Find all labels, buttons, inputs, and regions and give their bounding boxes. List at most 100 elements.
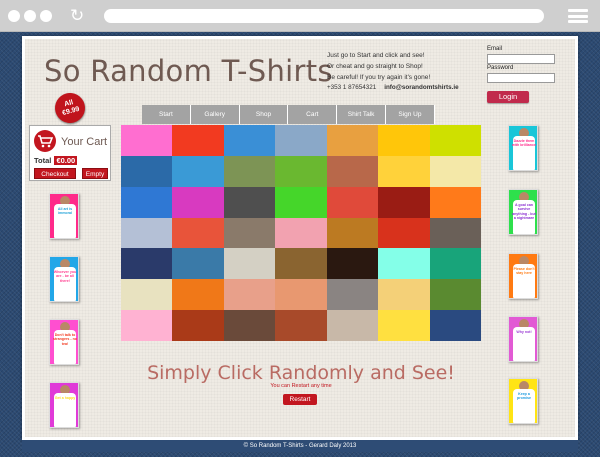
address-bar[interactable] bbox=[104, 9, 544, 23]
shopping-cart-icon bbox=[34, 130, 56, 152]
tshirt-thumbnail[interactable]: Keep a promise bbox=[508, 378, 538, 424]
mosaic-tile[interactable] bbox=[275, 155, 327, 187]
mosaic-tile[interactable] bbox=[275, 279, 327, 311]
nav-sign-up[interactable]: Sign Up bbox=[385, 105, 435, 124]
email-address[interactable]: info@sorandomtshirts.ie bbox=[384, 84, 458, 91]
checkout-button[interactable]: Checkout bbox=[34, 168, 76, 179]
tshirt-slogan: A goal can survive anything - but a nigh… bbox=[512, 203, 536, 221]
mosaic-tile[interactable] bbox=[378, 310, 430, 341]
tshirt-thumbnail[interactable]: Why not! bbox=[508, 316, 538, 362]
login-button[interactable]: Login bbox=[487, 91, 529, 103]
mosaic-tile[interactable] bbox=[326, 310, 379, 341]
mosaic-tile[interactable] bbox=[223, 279, 276, 311]
mosaic-tile[interactable] bbox=[275, 125, 327, 156]
nav-cart[interactable]: Cart bbox=[288, 105, 338, 124]
mosaic-tile[interactable] bbox=[326, 279, 379, 311]
mosaic-tile[interactable] bbox=[121, 155, 173, 187]
nav-shirt-talk[interactable]: Shirt Talk bbox=[337, 105, 386, 124]
tagline-line: Be careful! If you try again it's gone! bbox=[327, 74, 431, 81]
window-dot-icon[interactable] bbox=[40, 10, 52, 22]
mosaic-tile[interactable] bbox=[121, 279, 173, 311]
tshirt-slogan: Dazzle them with brilliance bbox=[512, 139, 536, 148]
mosaic-tile[interactable] bbox=[172, 125, 224, 156]
nav-start[interactable]: Start bbox=[142, 105, 191, 124]
tshirt-thumbnail[interactable]: Get a happy bbox=[49, 382, 79, 428]
tshirt-slogan: All art is immoral bbox=[57, 207, 73, 216]
mosaic-tile[interactable] bbox=[223, 310, 276, 341]
password-field[interactable] bbox=[487, 73, 555, 83]
mosaic-tile[interactable] bbox=[378, 248, 430, 280]
mosaic-tile[interactable] bbox=[326, 186, 379, 218]
mosaic-tile[interactable] bbox=[326, 217, 379, 249]
footer: © So Random T-Shirts - Gerard Daly 2013 bbox=[22, 440, 578, 452]
mosaic-tile[interactable] bbox=[223, 155, 276, 187]
mosaic-tile[interactable] bbox=[223, 248, 276, 280]
photo-mosaic bbox=[121, 125, 481, 341]
tshirt-slogan: Whoever you are - be all there! bbox=[53, 270, 77, 283]
mosaic-tile[interactable] bbox=[121, 186, 173, 218]
mosaic-tile[interactable] bbox=[378, 125, 430, 156]
tshirt-thumbnail[interactable]: All art is immoral bbox=[49, 193, 79, 239]
mosaic-tile[interactable] bbox=[378, 217, 430, 249]
mosaic-tile[interactable] bbox=[429, 155, 481, 187]
tshirt-thumbnail[interactable]: Dazzle them with brilliance bbox=[508, 125, 538, 171]
empty-cart-button[interactable]: Empty bbox=[82, 168, 108, 179]
mosaic-tile[interactable] bbox=[121, 310, 173, 341]
email-label: Email bbox=[487, 46, 503, 52]
mosaic-tile[interactable] bbox=[429, 310, 481, 341]
mosaic-tile[interactable] bbox=[121, 248, 173, 280]
tshirt-slogan: Don't talk to strangers - no tea! bbox=[53, 333, 77, 346]
tshirt-thumbnail[interactable]: Whoever you are - be all there! bbox=[49, 256, 79, 302]
email-field[interactable] bbox=[487, 54, 555, 64]
main-headline: Simply Click Randomly and See! bbox=[147, 362, 455, 384]
tshirt-thumbnail[interactable]: Please don't stay here bbox=[508, 253, 538, 299]
mosaic-tile[interactable] bbox=[121, 217, 173, 249]
mosaic-tile[interactable] bbox=[223, 125, 276, 156]
mosaic-tile[interactable] bbox=[275, 186, 327, 218]
mosaic-tile[interactable] bbox=[378, 186, 430, 218]
mosaic-tile[interactable] bbox=[326, 125, 379, 156]
tshirt-slogan: Get a happy bbox=[54, 396, 76, 400]
mosaic-tile[interactable] bbox=[172, 186, 224, 218]
tshirt-thumbnail[interactable]: Don't talk to strangers - no tea! bbox=[49, 319, 79, 365]
mosaic-tile[interactable] bbox=[275, 310, 327, 341]
mosaic-tile[interactable] bbox=[121, 125, 173, 156]
window-dot-icon[interactable] bbox=[24, 10, 36, 22]
reload-icon[interactable]: ↻ bbox=[70, 7, 88, 25]
mosaic-tile[interactable] bbox=[326, 155, 379, 187]
mosaic-tile[interactable] bbox=[429, 217, 481, 249]
cart-total-value: €0.00 bbox=[54, 156, 78, 165]
mosaic-tile[interactable] bbox=[172, 310, 224, 341]
mosaic-tile[interactable] bbox=[223, 217, 276, 249]
nav-gallery[interactable]: Gallery bbox=[190, 105, 240, 124]
browser-toolbar: ↻ bbox=[0, 0, 600, 32]
nav-shop[interactable]: Shop bbox=[239, 105, 289, 124]
window-dot-icon[interactable] bbox=[8, 10, 20, 22]
mosaic-tile[interactable] bbox=[429, 125, 481, 156]
cart-total: Total €0.00 bbox=[34, 156, 78, 165]
mosaic-tile[interactable] bbox=[275, 248, 327, 280]
tagline-line: Just go to Start and click and see! bbox=[327, 52, 425, 59]
mosaic-tile[interactable] bbox=[275, 217, 327, 249]
tshirt-thumbnail[interactable]: A goal can survive anything - but a nigh… bbox=[508, 189, 538, 235]
mosaic-tile[interactable] bbox=[378, 279, 430, 311]
window-controls bbox=[8, 10, 52, 22]
hamburger-menu-icon[interactable] bbox=[568, 9, 588, 23]
mosaic-tile[interactable] bbox=[326, 248, 379, 280]
tshirt-slogan: Keep a promise bbox=[517, 392, 531, 401]
cart-total-label: Total bbox=[34, 156, 52, 165]
mosaic-tile[interactable] bbox=[172, 217, 224, 249]
mosaic-tile[interactable] bbox=[172, 279, 224, 311]
restart-hint: You can Restart any time bbox=[270, 383, 332, 389]
mosaic-tile[interactable] bbox=[223, 186, 276, 218]
mosaic-tile[interactable] bbox=[429, 279, 481, 311]
phone-number: +353 1 87654321 bbox=[327, 84, 377, 91]
mosaic-tile[interactable] bbox=[172, 248, 224, 280]
tshirt-slogan: Why not! bbox=[516, 330, 532, 334]
mosaic-tile[interactable] bbox=[429, 186, 481, 218]
mosaic-tile[interactable] bbox=[172, 155, 224, 187]
restart-button[interactable]: Restart bbox=[283, 394, 317, 405]
mosaic-tile[interactable] bbox=[429, 248, 481, 280]
password-label: Password bbox=[487, 65, 514, 71]
mosaic-tile[interactable] bbox=[378, 155, 430, 187]
